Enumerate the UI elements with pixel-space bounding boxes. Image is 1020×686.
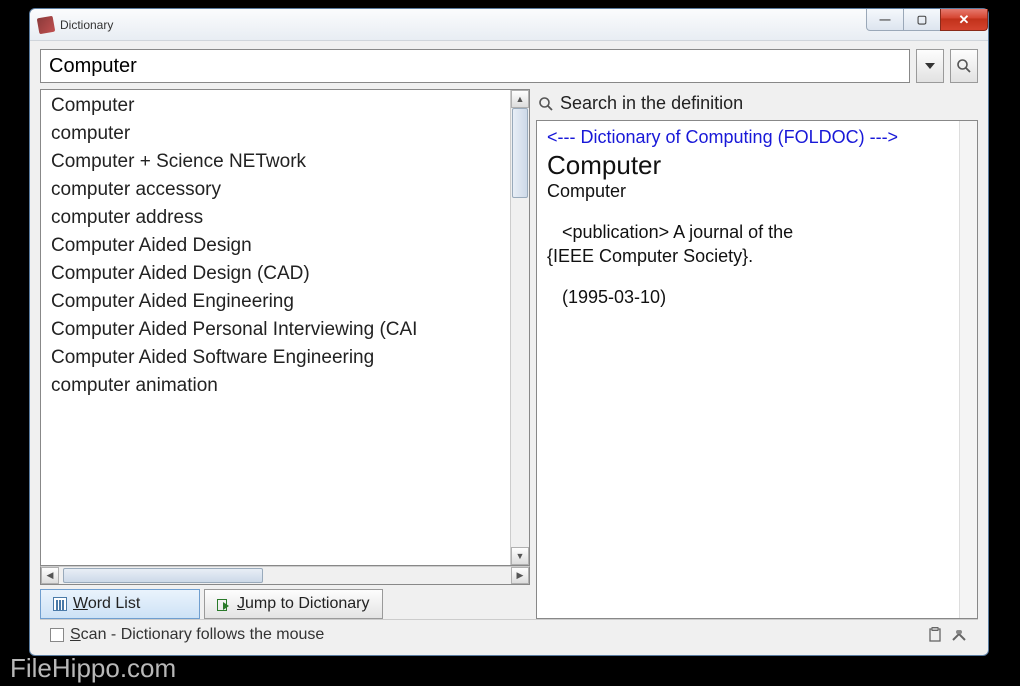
tab-word-list[interactable]: Word List: [40, 589, 200, 619]
list-item[interactable]: Computer Aided Design (CAD): [41, 260, 509, 288]
list-item[interactable]: Computer Aided Engineering: [41, 288, 509, 316]
horizontal-scrollbar[interactable]: ◀ ▶: [40, 566, 530, 585]
search-input[interactable]: [40, 49, 910, 83]
app-icon: [37, 15, 56, 34]
word-list[interactable]: Computer computer Computer + Science NET…: [41, 90, 509, 565]
list-item[interactable]: computer accessory: [41, 176, 509, 204]
definition-scrollbar[interactable]: [959, 121, 977, 618]
scroll-thumb[interactable]: [512, 108, 528, 198]
definition-source: <--- Dictionary of Computing (FOLDOC) --…: [547, 127, 947, 148]
vertical-scrollbar[interactable]: ▲ ▼: [510, 90, 529, 565]
scroll-up-button[interactable]: ▲: [511, 90, 529, 108]
clipboard-icon[interactable]: [926, 626, 944, 644]
tab-label: Jump to Dictionary: [237, 595, 370, 613]
scroll-right-button[interactable]: ▶: [511, 567, 529, 584]
scan-label: Scan - Dictionary follows the mouse: [70, 626, 324, 644]
scroll-left-button[interactable]: ◀: [41, 567, 59, 584]
window-buttons: — ▢ ✕: [867, 9, 988, 31]
chevron-down-icon: [925, 63, 935, 69]
list-icon: [53, 597, 67, 611]
scroll-down-button[interactable]: ▼: [511, 547, 529, 565]
right-pane: Search in the definition <--- Dictionary…: [536, 89, 978, 619]
list-item[interactable]: computer: [41, 120, 509, 148]
definition-headword: Computer: [547, 150, 947, 181]
close-button[interactable]: ✕: [940, 9, 988, 31]
definition-content[interactable]: <--- Dictionary of Computing (FOLDOC) --…: [537, 121, 957, 618]
search-history-dropdown[interactable]: [916, 49, 944, 83]
content-area: Computer computer Computer + Science NET…: [30, 41, 988, 655]
list-item[interactable]: computer animation: [41, 372, 509, 400]
word-list-box: Computer computer Computer + Science NET…: [40, 89, 530, 566]
list-item[interactable]: Computer + Science NETwork: [41, 148, 509, 176]
titlebar[interactable]: Dictionary — ▢ ✕: [30, 9, 988, 41]
panes: Computer computer Computer + Science NET…: [40, 89, 978, 619]
left-pane: Computer computer Computer + Science NET…: [40, 89, 530, 619]
list-item[interactable]: Computer Aided Personal Interviewing (CA…: [41, 316, 509, 344]
search-in-definition-label: Search in the definition: [560, 93, 743, 114]
settings-icon[interactable]: [950, 626, 968, 644]
scroll-thumb[interactable]: [63, 568, 263, 583]
tab-jump-to-dictionary[interactable]: Jump to Dictionary: [204, 589, 383, 619]
list-item[interactable]: computer address: [41, 204, 509, 232]
jump-icon: [217, 597, 231, 611]
dictionary-window: Dictionary — ▢ ✕ Computer: [29, 8, 989, 656]
search-row: [40, 49, 978, 83]
minimize-button[interactable]: —: [866, 9, 904, 31]
list-item[interactable]: Computer: [41, 92, 509, 120]
statusbar: Scan - Dictionary follows the mouse: [40, 619, 978, 649]
scan-checkbox[interactable]: [50, 628, 64, 642]
definition-body: <publication> A journal of the {IEEE Com…: [547, 220, 947, 269]
list-item[interactable]: Computer Aided Software Engineering: [41, 344, 509, 372]
definition-box: <--- Dictionary of Computing (FOLDOC) --…: [536, 120, 978, 619]
search-button[interactable]: [950, 49, 978, 83]
definition-date: (1995-03-10): [547, 287, 947, 308]
magnifier-icon: [538, 96, 554, 112]
list-item[interactable]: Computer Aided Design: [41, 232, 509, 260]
search-in-definition-row[interactable]: Search in the definition: [536, 89, 978, 120]
tab-label: Word List: [73, 595, 140, 613]
definition-subheading: Computer: [547, 181, 947, 202]
maximize-button[interactable]: ▢: [903, 9, 941, 31]
window-title: Dictionary: [60, 18, 113, 32]
magnifier-icon: [956, 58, 972, 74]
tab-row: Word List Jump to Dictionary: [40, 589, 530, 619]
watermark: FileHippo.com: [10, 653, 176, 684]
